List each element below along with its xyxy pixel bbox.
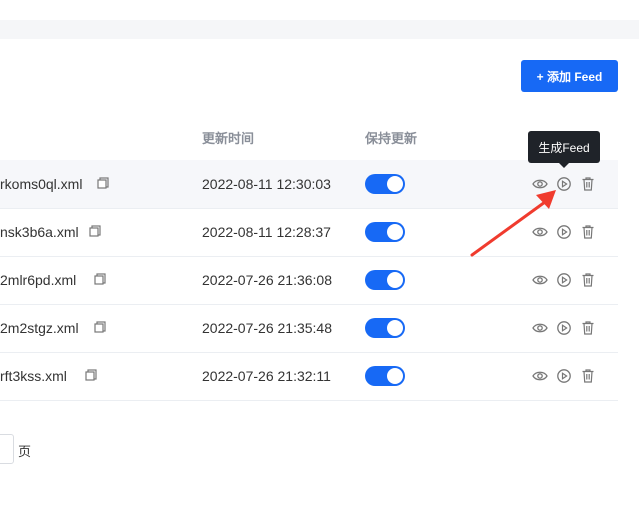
annotation-arrow-icon (470, 190, 556, 257)
